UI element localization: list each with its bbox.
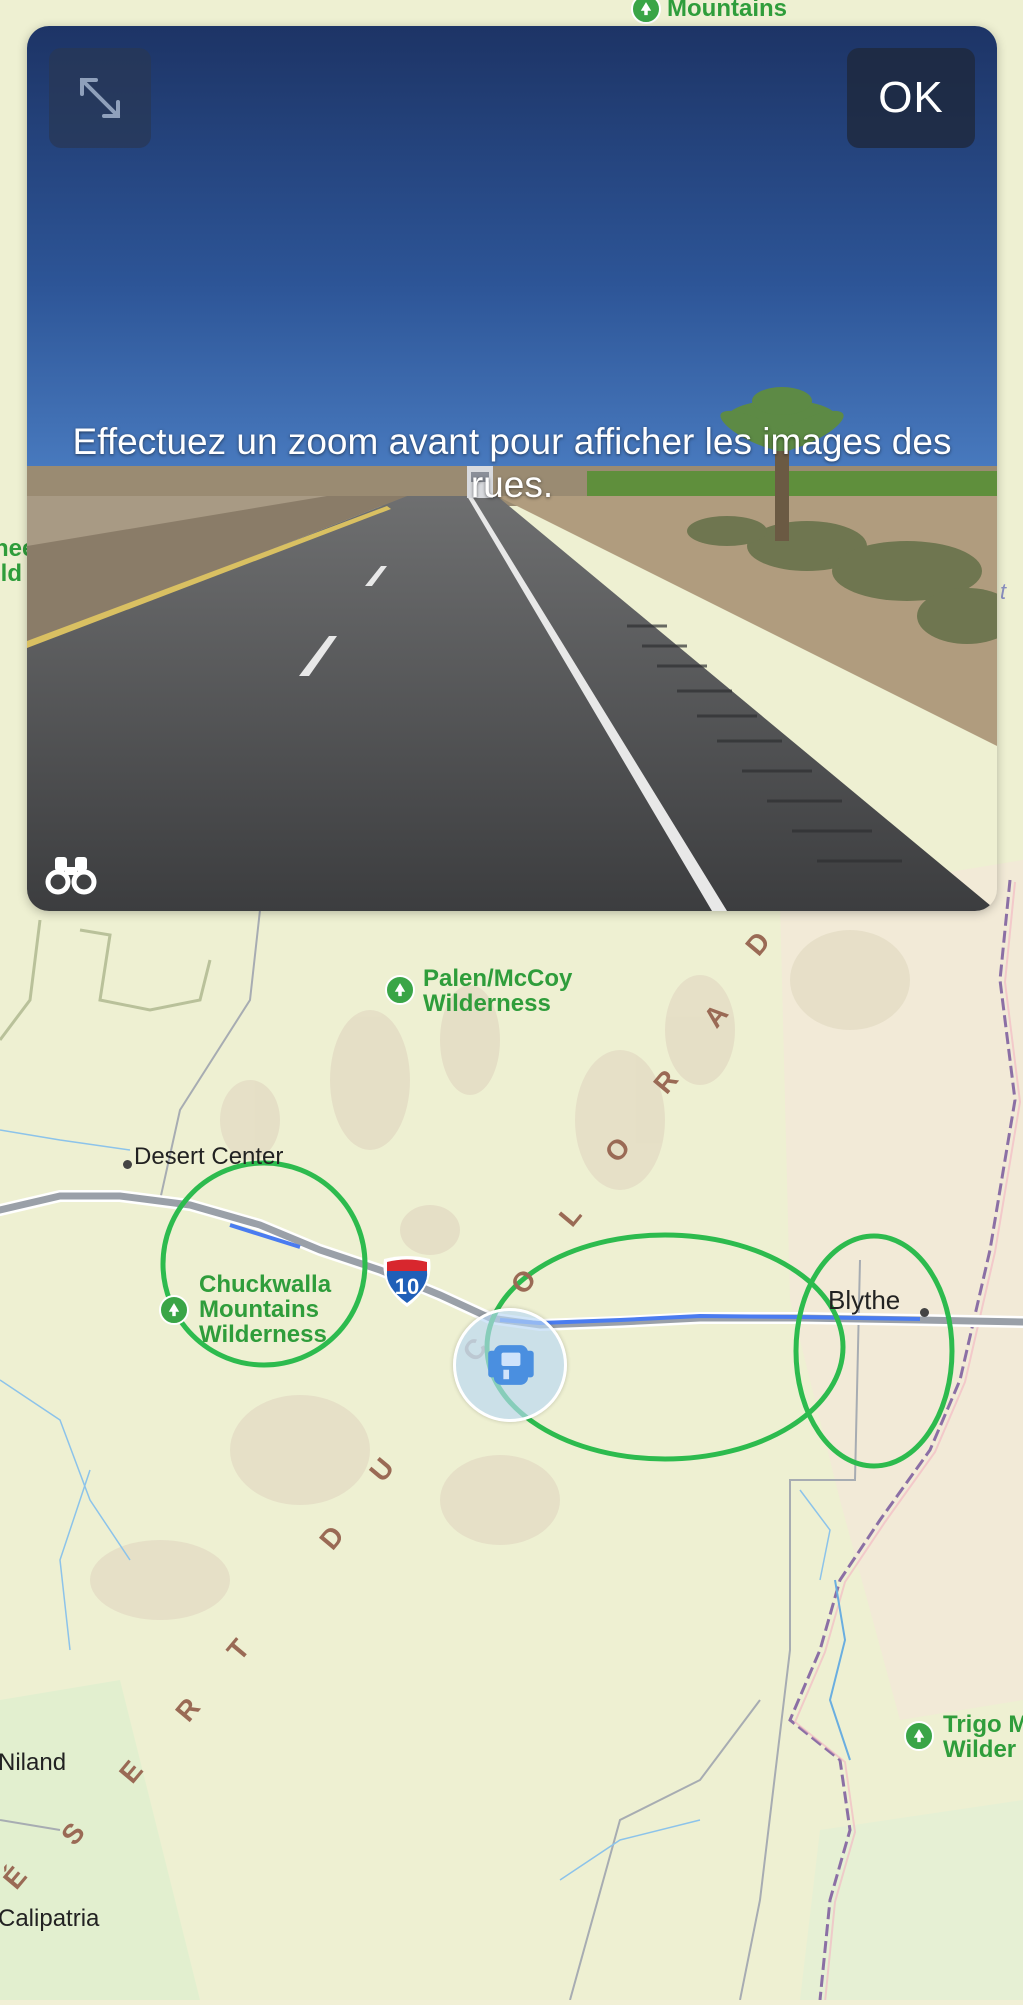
look-around-panel[interactable]: OK Effectuez un zoom avant pour afficher… [27,26,997,911]
chuckwalla-line1: Chuckwalla [199,1271,332,1298]
binoculars-icon[interactable] [45,855,97,895]
park-label-top[interactable]: Mountains [667,0,787,21]
chuckwalla-line3: Wilderness [199,1321,327,1349]
interstate-10-shield[interactable]: 10 [378,1253,436,1311]
city-label-desert-center[interactable]: Desert Center [134,1144,283,1169]
shield-number: 10 [395,1274,419,1299]
palen-mccoy-line1: Palen/McCoy [423,965,573,992]
park-label-trigo[interactable]: Trigo M Wilder [943,1711,1023,1764]
park-pin-icon[interactable] [904,1721,934,1751]
city-label-niland[interactable]: Niland [0,1750,66,1775]
look-around-location-pin[interactable] [453,1308,567,1422]
expand-button[interactable] [49,48,151,148]
trigo-line2: Wilder [943,1736,1017,1764]
city-label-calipatria[interactable]: Calipatria [0,1906,99,1931]
city-dot-blythe [920,1308,929,1317]
city-label-blythe[interactable]: Blythe [828,1286,900,1314]
park-label-palen-mccoy[interactable]: Palen/McCoy Wilderness [423,965,573,1018]
park-pin-icon[interactable] [159,1295,189,1325]
zoom-in-message: Effectuez un zoom avant pour afficher le… [72,421,952,505]
trigo-line1: Trigo M [943,1711,1023,1738]
park-pin-icon[interactable] [385,975,415,1005]
palen-mccoy-line2: Wilderness [423,990,551,1018]
chuckwalla-line2: Mountains [199,1296,319,1324]
expand-arrows-icon [80,78,120,118]
ok-button[interactable]: OK [847,48,975,148]
park-label-chuckwalla[interactable]: Chuckwalla Mountains Wilderness [199,1272,331,1348]
map-label-right-cut: t [1000,579,1007,604]
park-pin-icon[interactable] [631,0,661,24]
city-dot-desert-center [123,1160,132,1169]
